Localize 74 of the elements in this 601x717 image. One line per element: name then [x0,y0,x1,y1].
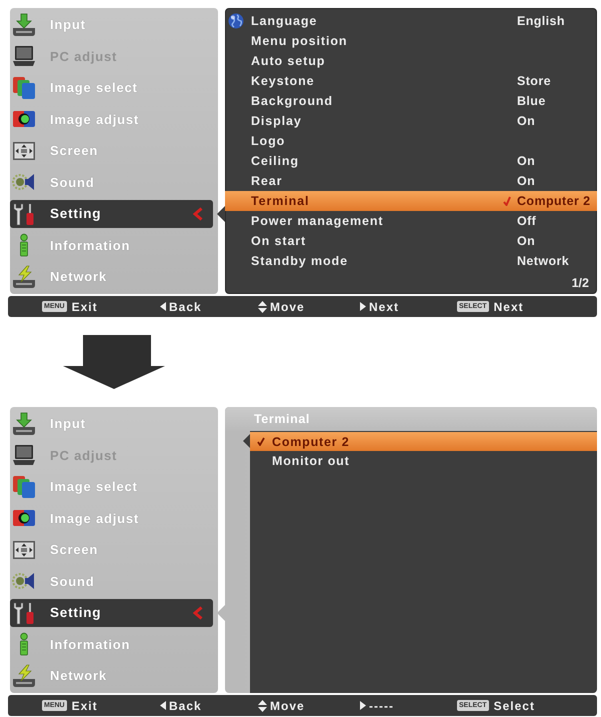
menu-value: Off [517,214,538,228]
hint-label: Move [270,300,305,314]
menu-value: On [517,174,536,188]
tray-arrow-icon [12,12,36,37]
menu-value: English [517,14,566,28]
menu-value: Store [517,74,552,88]
menu-label: Keystone [251,74,316,88]
menu-label: Logo [251,134,286,148]
stacked-cards-icon [12,76,36,100]
menu-row[interactable]: Display On [225,111,597,131]
hint-label: Back [169,698,202,712]
menu-row[interactable]: Ceiling On [225,151,597,171]
wrench-screwdriver-icon [12,600,36,625]
stacked-cards-icon [12,474,36,499]
menu-label: Background [251,94,334,108]
menu-row[interactable]: Standby mode Network [225,251,597,271]
hint-label: Back [169,300,202,314]
menu-row[interactable]: Terminal Computer 2 [225,191,597,211]
tray-arrow-icon [12,412,36,436]
menu-label: Power management [251,214,384,228]
menu-row[interactable]: Rear On [225,171,597,191]
menu-label: Language [251,14,318,28]
up-down-icon [258,700,267,712]
menu-row[interactable]: Menu position [225,31,597,51]
triangle-pointer-icon [217,605,225,621]
page-indicator: 1/2 [572,276,589,290]
menu-value: Computer 2 [517,194,592,208]
menu-row[interactable]: Logo [225,131,597,151]
submenu-title: Terminal [254,412,310,426]
wrench-screwdriver-icon [12,202,36,226]
menu-row[interactable]: Auto setup [225,51,597,71]
tray-lightning-icon [12,264,36,289]
hint-label: Next [369,300,400,314]
hint-label: Select [494,698,535,712]
menu-label: Terminal [251,194,310,208]
menu-label: Menu position [251,34,348,48]
laptop-icon [12,44,36,68]
triangle-pointer-icon [243,434,250,448]
option-label: Computer 2 [272,434,350,448]
triangle-left-icon [160,701,166,710]
menu-label: Standby mode [251,254,349,268]
menu-row[interactable]: On start On [225,231,597,251]
hint-label: Exit [72,300,98,314]
triangle-right-icon [360,701,366,710]
laptop-icon [12,443,36,468]
up-down-icon [258,300,267,312]
menu-label: Auto setup [251,54,326,68]
menu-label: Rear [251,174,284,188]
tray-lightning-icon [12,664,36,688]
menu-value: Blue [517,94,547,108]
globe-icon [228,13,244,29]
option-label: Monitor out [272,454,350,468]
option-item[interactable]: Monitor out [250,451,597,470]
hint-label: Move [270,698,305,712]
menu-value: Network [517,254,570,268]
hint-label: Exit [72,698,98,712]
menu-row[interactable]: Keystone Store [225,71,597,91]
menu-value: On [517,154,536,168]
hint-label: Next [494,300,524,314]
triangle-left-icon [160,302,166,311]
menu-label: On start [251,234,308,248]
triangle-right-icon [360,302,366,311]
chevron-left-icon [193,606,203,620]
menu-label: Display [251,114,303,128]
menu-row[interactable]: Background Blue [225,91,597,111]
menu-row[interactable]: Language English [225,11,597,31]
hint-label: ----- [369,698,394,712]
menu-row[interactable]: Power management Off [225,211,597,231]
chevron-left-icon [193,207,203,221]
tick-icon [257,437,265,446]
menu-value: On [517,114,536,128]
menu-value: On [517,234,536,248]
tick-icon [503,196,511,206]
menu-label: Ceiling [251,154,300,168]
